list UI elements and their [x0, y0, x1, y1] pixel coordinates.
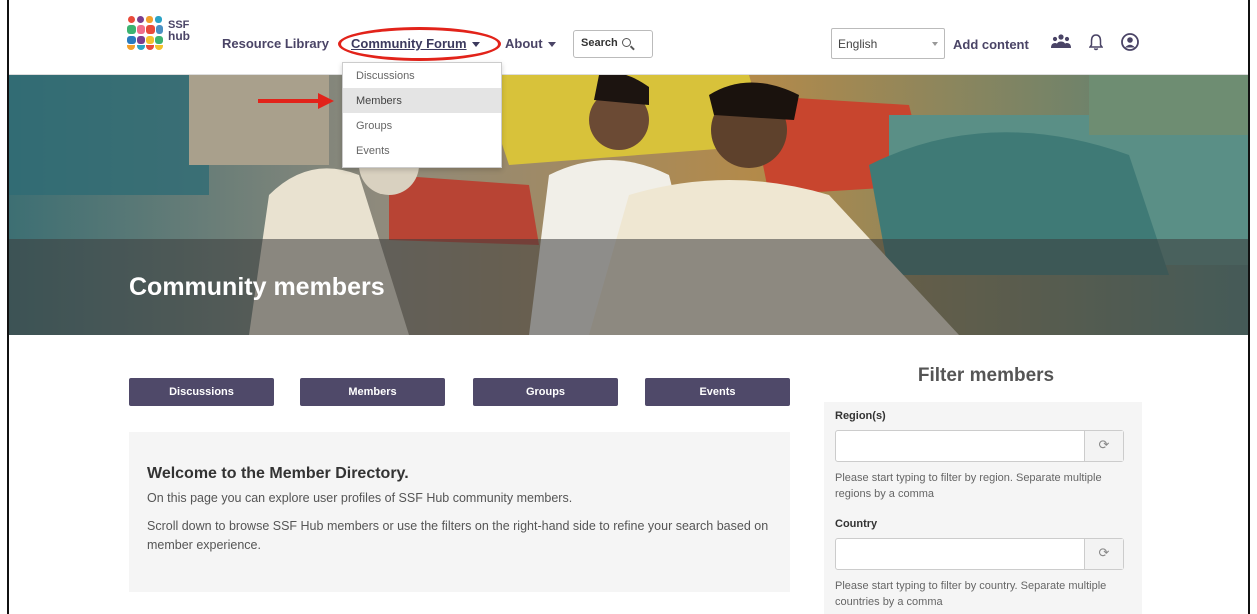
site-header: SSF hub Resource Library Community Forum…: [9, 0, 1248, 75]
logo-text-line2: hub: [168, 29, 190, 43]
refresh-icon[interactable]: ⟳: [1084, 431, 1123, 461]
region-help-text: Please start typing to filter by region.…: [835, 472, 1102, 500]
logo-mark-icon: [127, 16, 163, 50]
tab-events[interactable]: Events: [645, 378, 790, 406]
region-label: Region(s): [835, 410, 886, 422]
refresh-icon[interactable]: ⟳: [1084, 539, 1123, 569]
dropdown-item-discussions[interactable]: Discussions: [343, 63, 501, 88]
region-input[interactable]: ⟳: [835, 430, 1124, 462]
language-select[interactable]: English: [831, 28, 945, 59]
nav-about-label: About: [505, 36, 543, 51]
browser-frame: SSF hub Resource Library Community Forum…: [7, 0, 1250, 614]
search-icon: [621, 38, 631, 47]
page-title: Community members: [129, 273, 385, 301]
hero-banner: Community members: [9, 75, 1248, 335]
search-button[interactable]: Search: [573, 30, 653, 58]
welcome-paragraph-2: Scroll down to browse SSF Hub members or…: [147, 519, 769, 552]
tab-discussions[interactable]: Discussions: [129, 378, 274, 406]
add-content-link[interactable]: Add content: [953, 37, 1029, 52]
chevron-down-icon: [932, 42, 938, 46]
community-forum-dropdown: Discussions Members Groups Events: [342, 62, 502, 168]
bell-icon[interactable]: [1089, 33, 1103, 51]
nav-community-forum-label: Community Forum: [351, 36, 467, 51]
chevron-down-icon: [471, 42, 480, 48]
nav-about[interactable]: About: [505, 36, 556, 51]
welcome-panel: Welcome to the Member Directory. On this…: [129, 432, 790, 592]
filter-title: Filter members: [917, 365, 1055, 386]
nav-resource-library[interactable]: Resource Library: [222, 36, 329, 51]
annotation-arrow-icon: [258, 93, 334, 109]
dropdown-item-events[interactable]: Events: [343, 138, 501, 163]
ssf-hub-logo[interactable]: SSF hub: [127, 16, 197, 50]
country-label: Country: [835, 518, 878, 530]
welcome-heading: Welcome to the Member Directory.: [147, 465, 409, 482]
tab-members[interactable]: Members: [300, 378, 445, 406]
country-input[interactable]: ⟳: [835, 538, 1124, 570]
user-icon[interactable]: [1121, 33, 1139, 51]
dropdown-item-members[interactable]: Members: [343, 88, 501, 113]
people-icon[interactable]: [1051, 34, 1071, 50]
nav-community-forum[interactable]: Community Forum: [351, 36, 480, 51]
dropdown-item-groups[interactable]: Groups: [343, 113, 501, 138]
tab-groups[interactable]: Groups: [473, 378, 618, 406]
chevron-down-icon: [547, 42, 556, 48]
welcome-paragraph-1: On this page you can explore user profil…: [147, 491, 573, 505]
country-help-text: Please start typing to filter by country…: [835, 580, 1107, 608]
logo-text: SSF hub: [168, 20, 190, 43]
language-select-value: English: [838, 37, 878, 51]
search-button-label: Search: [581, 37, 618, 49]
filter-panel: Region(s) ⟳ Please start typing to filte…: [824, 402, 1142, 614]
